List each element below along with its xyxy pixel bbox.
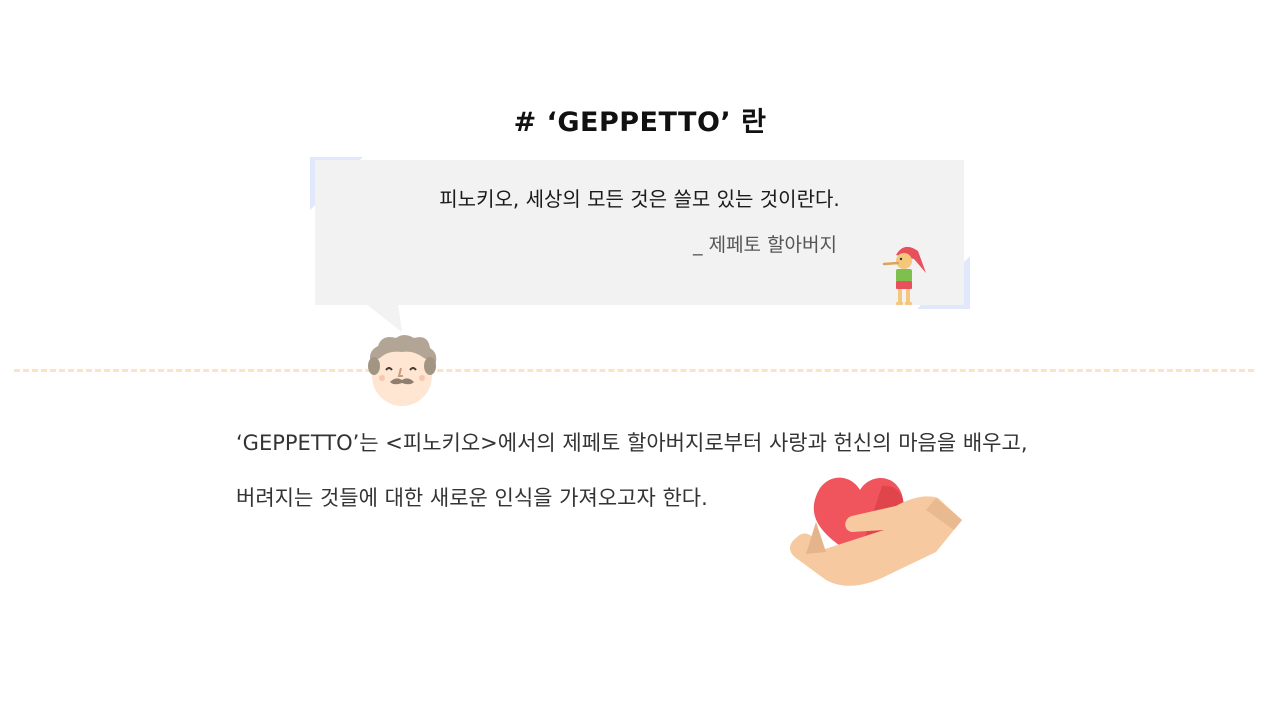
pinocchio-icon [882, 246, 926, 305]
heart-in-hand-icon [790, 477, 962, 586]
page-title: # ‘GEPPETTO’ 란 [513, 107, 767, 138]
slide: # ‘GEPPETTO’ 란 피노키오, 세상의 모든 것은 쓸모 있는 것이란… [0, 0, 1280, 720]
quote-author: _ 제페토 할아버지 [693, 234, 837, 256]
quote-tail [366, 304, 402, 332]
quote-text: 피노키오, 세상의 모든 것은 쓸모 있는 것이란다. [439, 187, 840, 211]
description-line-2: 버려지는 것들에 대한 새로운 인식을 가져오고자 한다. [236, 486, 708, 510]
dashed-divider [14, 369, 1254, 372]
description-line-1: ‘GEPPETTO’는 <피노키오>에서의 제페토 할아버지로부터 사랑과 헌신… [236, 431, 1028, 455]
geppetto-face-icon [368, 335, 437, 406]
